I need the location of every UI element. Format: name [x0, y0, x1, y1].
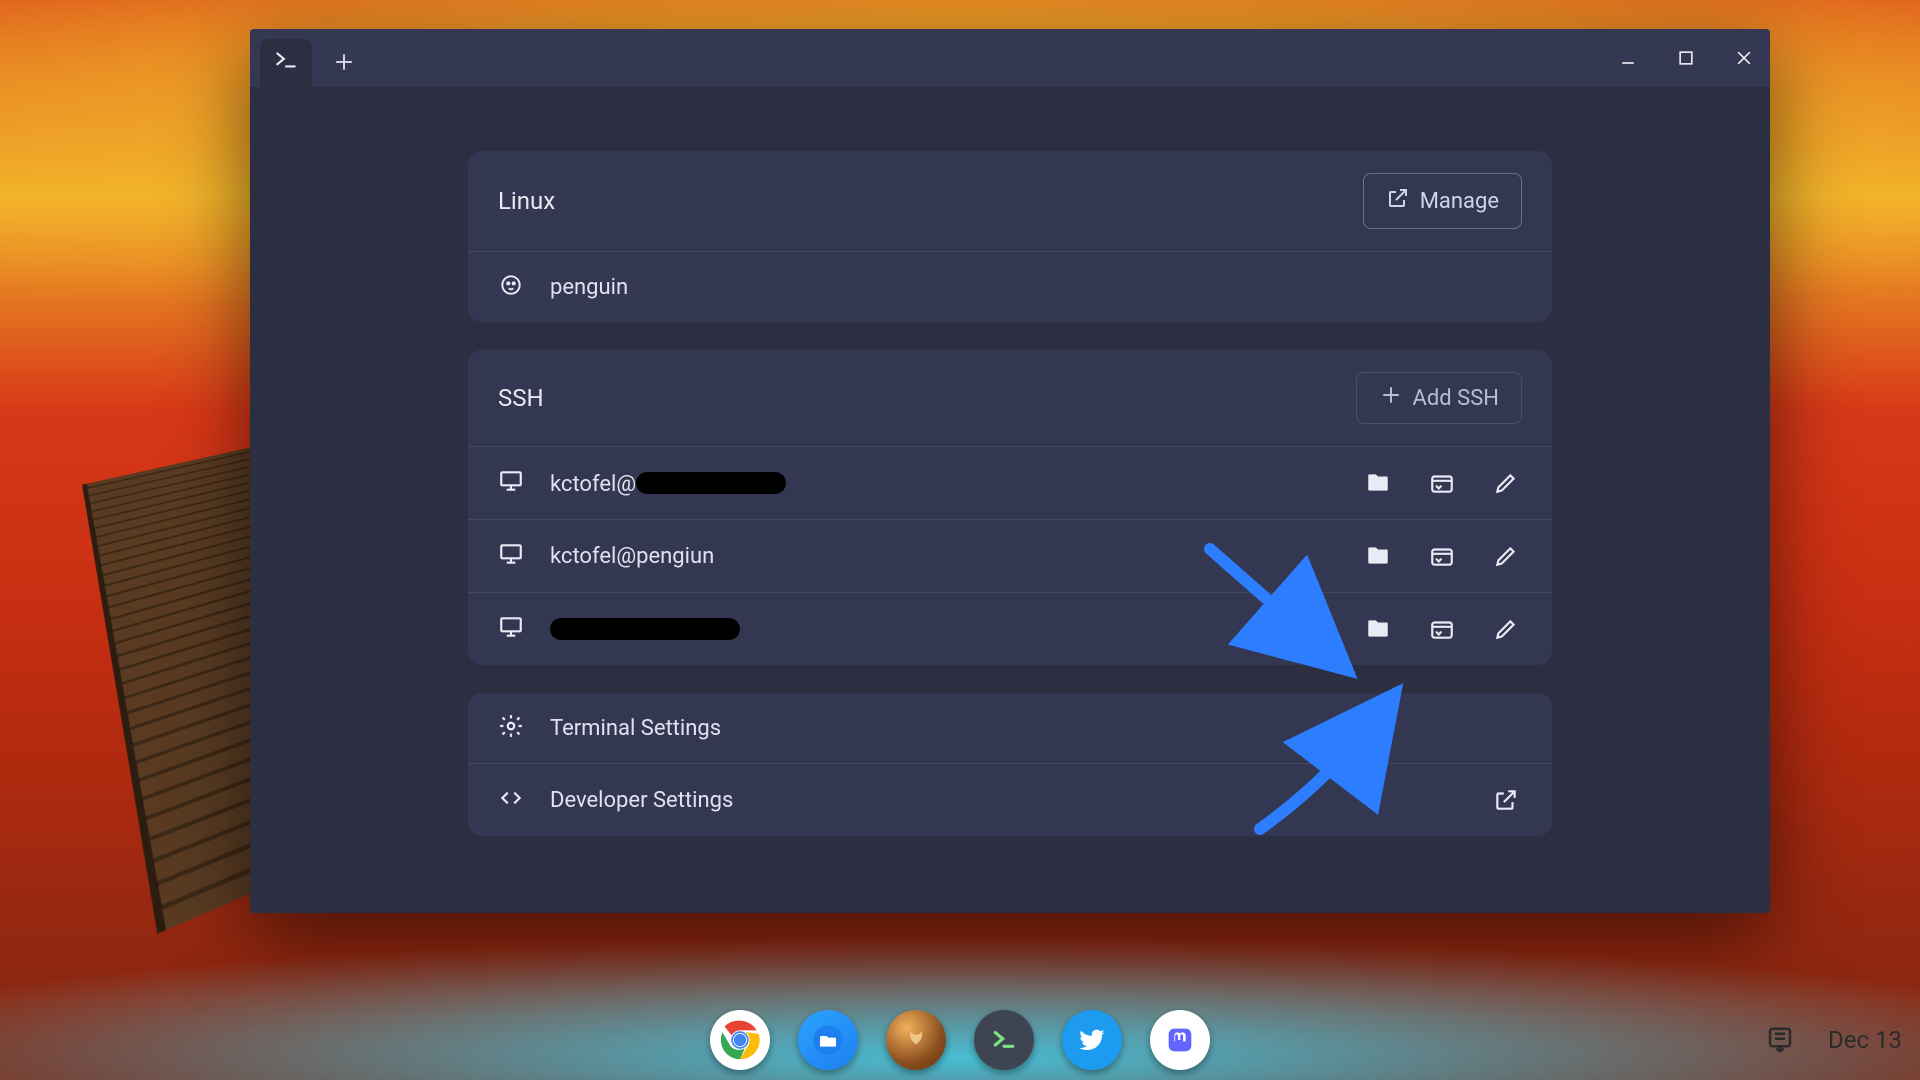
- shelf-apps: [710, 1010, 1210, 1070]
- new-window-button[interactable]: [1426, 540, 1458, 572]
- new-tab-button[interactable]: [322, 40, 366, 84]
- linux-container-row[interactable]: penguin: [468, 252, 1552, 322]
- gear-icon: [498, 713, 524, 743]
- ssh-connection-row[interactable]: [468, 593, 1552, 665]
- manage-button-label: Manage: [1420, 189, 1499, 214]
- sftp-mount-button[interactable]: [1362, 540, 1394, 572]
- shelf-app-icon[interactable]: [886, 1010, 946, 1070]
- edit-button[interactable]: [1490, 613, 1522, 645]
- ssh-connection-label: [550, 615, 740, 643]
- open-external-button[interactable]: [1490, 784, 1522, 816]
- ssh-connection-row[interactable]: kctofel@: [468, 447, 1552, 519]
- window-controls: [1612, 29, 1760, 87]
- terminal-settings-label: Terminal Settings: [550, 716, 721, 741]
- add-ssh-label: Add SSH: [1413, 386, 1499, 411]
- developer-settings-label: Developer Settings: [550, 788, 733, 813]
- ssh-connection-label: kctofel@: [550, 469, 786, 497]
- sftp-mount-button[interactable]: [1362, 467, 1394, 499]
- shelf-twitter-icon[interactable]: [1062, 1010, 1122, 1070]
- add-ssh-button[interactable]: Add SSH: [1356, 372, 1522, 424]
- window-close-button[interactable]: [1728, 42, 1760, 74]
- linux-section-title: Linux: [498, 187, 555, 215]
- manage-linux-button[interactable]: Manage: [1363, 173, 1522, 229]
- new-window-button[interactable]: [1426, 467, 1458, 499]
- monitor-icon: [498, 541, 524, 571]
- window-body: Linux Manage penguin: [250, 87, 1770, 913]
- redacted-text: [636, 472, 786, 494]
- ssh-connection-row[interactable]: kctofel@pengiun: [468, 520, 1552, 592]
- terminal-window: Linux Manage penguin: [250, 29, 1770, 913]
- linux-container-label: penguin: [550, 275, 628, 300]
- tab-strip: [250, 29, 366, 87]
- linux-penguin-icon: [498, 272, 524, 302]
- new-window-button[interactable]: [1426, 613, 1458, 645]
- shelf: Dec 13: [0, 1000, 1920, 1080]
- tab-terminal-home[interactable]: [260, 39, 312, 87]
- ssh-section-title: SSH: [498, 384, 544, 412]
- ssh-connection-label: kctofel@pengiun: [550, 544, 714, 569]
- code-icon: [498, 785, 524, 815]
- window-maximize-button[interactable]: [1670, 42, 1702, 74]
- ssh-section: SSH Add SSH kctofel@: [468, 350, 1552, 665]
- window-titlebar: [250, 29, 1770, 87]
- shelf-status-area[interactable]: Dec 13: [1760, 1000, 1902, 1080]
- terminal-icon: [273, 48, 299, 78]
- shelf-files-icon[interactable]: [798, 1010, 858, 1070]
- monitor-icon: [498, 614, 524, 644]
- open-external-icon: [1386, 186, 1410, 216]
- edit-button[interactable]: [1490, 467, 1522, 499]
- window-minimize-button[interactable]: [1612, 42, 1644, 74]
- settings-section: Terminal Settings Developer Settings: [468, 693, 1552, 836]
- shelf-clock[interactable]: Dec 13: [1828, 1026, 1902, 1054]
- developer-settings-row[interactable]: Developer Settings: [468, 764, 1552, 836]
- shelf-terminal-icon[interactable]: [974, 1010, 1034, 1070]
- plus-icon: [1379, 383, 1403, 413]
- redacted-text: [550, 618, 740, 640]
- shelf-mastodon-icon[interactable]: [1150, 1010, 1210, 1070]
- holding-space-icon[interactable]: [1760, 1020, 1800, 1060]
- monitor-icon: [498, 468, 524, 498]
- terminal-settings-row[interactable]: Terminal Settings: [468, 693, 1552, 763]
- shelf-chrome-icon[interactable]: [710, 1010, 770, 1070]
- edit-button[interactable]: [1490, 540, 1522, 572]
- linux-section: Linux Manage penguin: [468, 151, 1552, 322]
- sftp-mount-button[interactable]: [1362, 613, 1394, 645]
